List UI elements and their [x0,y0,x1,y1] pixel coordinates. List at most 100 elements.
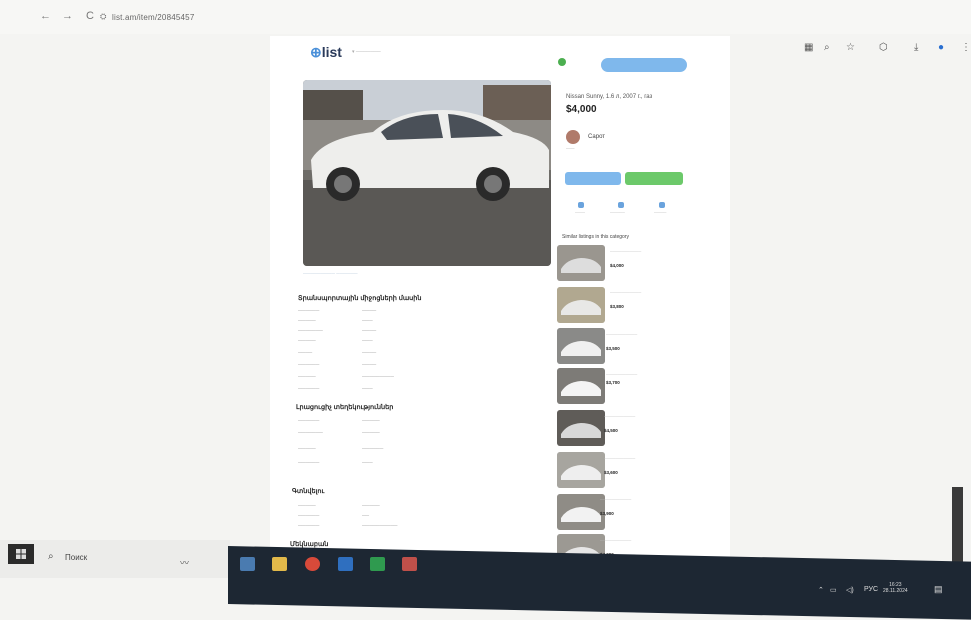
car-thumb-icon [557,287,605,323]
site-info-icon[interactable]: ⛭ [100,12,106,22]
spec-row: ────────── [298,362,377,368]
similar-price: $4,000 [610,263,624,268]
windows-start-button[interactable] [8,544,34,564]
similar-price: $3,900 [600,511,614,516]
similar-price: $3,500 [606,346,620,351]
similar-thumb[interactable] [557,328,605,364]
similar-thumb[interactable] [557,410,605,446]
similar-price: $3,700 [606,380,620,385]
listing-photo[interactable] [303,80,551,266]
search-icon[interactable]: ⌕ [48,551,54,562]
volume-icon[interactable]: ◁) [846,586,854,594]
login-button[interactable] [601,58,687,72]
extensions-icon[interactable]: ⬡ [879,42,888,53]
similar-price: $4,500 [604,428,618,433]
message-button[interactable] [625,172,683,185]
network-icon[interactable]: ▭ [830,586,837,594]
report-label: ───── [654,211,667,215]
folder-icon[interactable] [272,557,287,571]
similar-title[interactable]: ─────────── [604,456,635,461]
page-scrollbar[interactable] [952,487,963,573]
spec-row: ─────────── [298,446,384,452]
address-bar[interactable]: list.am/item/20845457 [112,13,194,22]
similar-thumb[interactable] [557,368,605,404]
app-icon[interactable] [402,557,417,571]
similar-title[interactable]: ─────────── [610,249,641,254]
similar-thumb[interactable] [557,245,605,281]
tray-chevron-icon[interactable]: ⌃ [818,586,824,594]
more-photos-link[interactable]: ───────── ────── [303,271,358,277]
spec-row: ───── ───────── [298,374,394,380]
spec-row: ────── ─── [298,460,373,466]
extra-heading: Լրացուցիչ տեղեկություններ [296,404,394,411]
car-photo [303,80,551,266]
similar-thumb[interactable] [557,452,605,488]
call-button[interactable] [565,172,621,185]
similar-price: $3,800 [610,304,624,309]
similar-title[interactable]: ─────────── [606,332,637,337]
spec-row: ────── ─── [298,386,373,392]
clock-date: 28.11.2024 [883,588,908,594]
profile-icon[interactable]: ● [938,42,944,53]
widget-icon[interactable]: 〰 [180,556,189,569]
back-icon[interactable]: ← [40,10,51,22]
share-label: ────── [610,211,625,215]
similar-title[interactable]: ─────────── [606,372,637,377]
translate-icon[interactable]: ▦ [804,42,813,53]
status-dot [558,58,566,66]
similar-title[interactable]: ─────────── [610,290,641,295]
similar-heading: Similar listings in this category [562,234,629,240]
spec-row: ─────────── [298,418,380,424]
spec-row: ──────── [298,318,373,324]
location-heading: Գտնվելու [292,488,325,495]
favorite-label: ──── [575,211,585,215]
taskbar-search[interactable]: Поиск [65,553,87,562]
car-thumb-icon [557,245,605,281]
windows-logo-icon [16,549,26,559]
spec-row: ────────── [298,503,380,509]
language-indicator[interactable]: РУС [864,586,878,593]
similar-title[interactable]: ─────────── [600,497,631,502]
site-logo[interactable]: ⊕list [310,44,342,61]
notification-icon[interactable]: ▤ [934,584,943,595]
car-thumb-icon [557,410,605,446]
similar-title[interactable]: ─────────── [604,414,635,419]
spec-row: ─────── ───── [298,430,380,436]
seller-name[interactable]: Сарот [588,134,605,140]
star-icon[interactable]: ☆ [846,42,855,53]
excel-icon[interactable] [370,557,385,571]
spec-row: ──────── [298,513,370,519]
word-icon[interactable] [338,557,353,571]
file-explorer-icon[interactable] [240,557,255,571]
share-icon[interactable] [618,202,624,208]
specs-heading: Տրանսպորտային միջոցների մասին [298,295,422,302]
similar-title[interactable]: ─────────── [600,538,631,543]
listing-price: $4,000 [566,104,597,115]
spec-row: ──────── [298,338,373,344]
car-thumb-icon [557,368,605,404]
taskbar-left [0,540,230,578]
chrome-icon[interactable] [305,557,320,571]
forward-icon[interactable]: → [62,10,73,22]
seller-subtitle: ─── [566,146,575,151]
spec-row: ────────── [298,308,377,314]
similar-thumb[interactable] [557,287,605,323]
taskbar-clock[interactable]: 16:23 28.11.2024 [883,582,908,594]
report-icon[interactable] [659,202,665,208]
spec-row: ────── ────────── [298,523,398,529]
seller-avatar[interactable] [566,130,580,144]
language-selector[interactable]: ▾ ─────── [352,49,381,55]
car-thumb-icon [557,494,605,530]
car-thumb-icon [557,452,605,488]
spec-row: ──────── [298,350,377,356]
zoom-icon[interactable]: ⌕ [824,42,830,53]
similar-price: $3,600 [604,470,618,475]
favorite-icon[interactable] [578,202,584,208]
download-icon[interactable]: ⤓ [914,42,918,53]
listing-title: Nissan Sunny, 1.6 л, 2007 г., газ [566,94,653,100]
car-thumb-icon [557,328,605,364]
reload-icon[interactable]: C [86,10,94,22]
menu-icon[interactable]: ⋮ [961,42,971,53]
similar-thumb[interactable] [557,494,605,530]
spec-row: ─────────── [298,328,377,334]
